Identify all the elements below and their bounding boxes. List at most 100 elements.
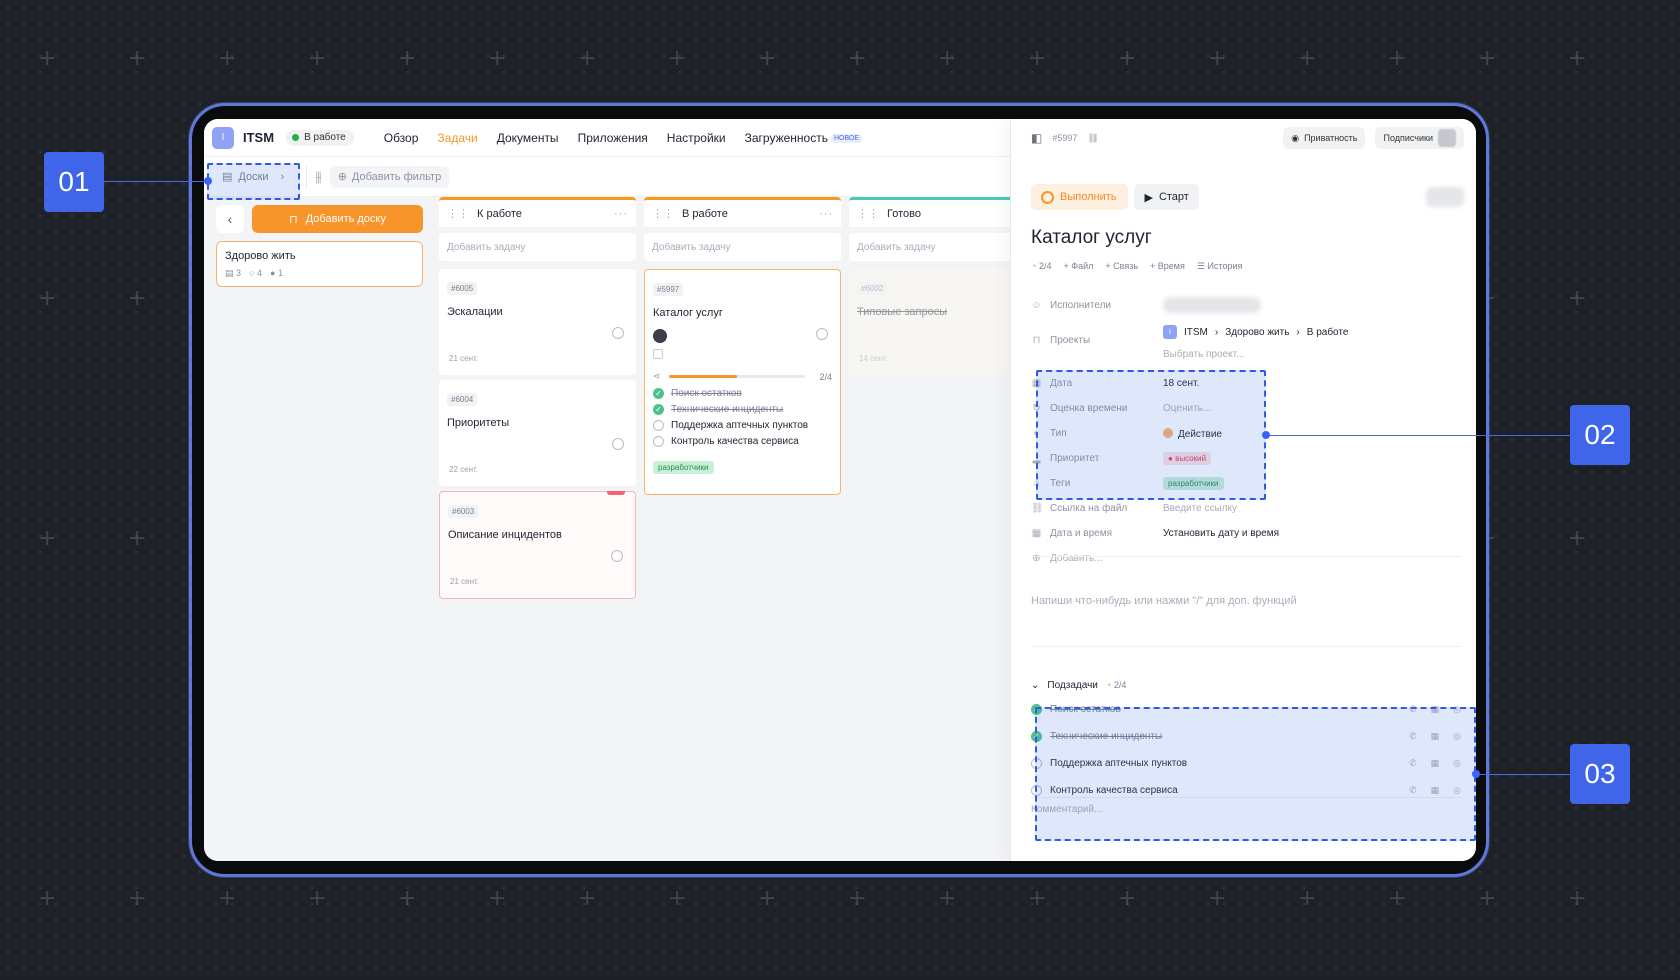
assignees-value[interactable] bbox=[1163, 297, 1261, 313]
project-status-badge[interactable]: В работе bbox=[286, 129, 354, 146]
board-add-icon: ⊓ bbox=[289, 213, 298, 226]
subtasks-header[interactable]: ⌄ Подзадачи ◔ 2/4 bbox=[1031, 674, 1461, 696]
crumb-project[interactable]: ITSM bbox=[1184, 327, 1208, 338]
project-logo: I bbox=[1163, 325, 1177, 339]
nav-workload[interactable]: Загруженность НОВОЕ bbox=[744, 130, 863, 145]
add-relation-label: Связь bbox=[1113, 261, 1139, 271]
add-relation-link[interactable]: + Связь bbox=[1105, 261, 1138, 272]
task-title[interactable]: Каталог услуг bbox=[1031, 227, 1152, 249]
task-card-selected[interactable]: #5997 Каталог услуг ⋖ 2/4 ✓ Поиск остатко… bbox=[644, 269, 841, 495]
privacy-label: Приватность bbox=[1304, 133, 1358, 143]
share-icon: ⋖ bbox=[653, 371, 661, 381]
user-icon: ☺ bbox=[1031, 299, 1042, 311]
subtasks-count: ◔ 2/4 bbox=[1106, 680, 1126, 690]
nav-documents[interactable]: Документы bbox=[497, 131, 559, 145]
project-breadcrumb[interactable]: I ITSM › Здорово жить › В работе bbox=[1163, 325, 1348, 339]
subscriber-avatar bbox=[1438, 129, 1456, 147]
check-icon[interactable]: ✓ bbox=[653, 388, 664, 399]
app-logo: I bbox=[212, 126, 234, 149]
subtask-item[interactable]: Контроль качества сервиса bbox=[653, 436, 832, 447]
history-link[interactable]: ☰ История bbox=[1197, 261, 1243, 272]
add-file-link[interactable]: + Файл bbox=[1063, 261, 1093, 272]
projects-icon: ⊓ bbox=[1032, 335, 1041, 346]
history-label: История bbox=[1207, 261, 1243, 271]
nav-settings[interactable]: Настройки bbox=[667, 131, 726, 145]
subscribers-button[interactable]: Подписчики bbox=[1375, 127, 1464, 149]
task-title: Приоритеты bbox=[447, 417, 510, 429]
assignee-avatar[interactable] bbox=[653, 329, 667, 343]
file-link-input[interactable]: Введите ссылку bbox=[1163, 503, 1237, 514]
unchecked-icon[interactable] bbox=[653, 420, 664, 431]
crumb-column[interactable]: В работе bbox=[1307, 327, 1349, 338]
execute-button[interactable]: Выполнить bbox=[1031, 184, 1129, 210]
callout-01: 01 bbox=[44, 152, 104, 212]
task-tag[interactable]: разработчики bbox=[653, 461, 714, 474]
add-time-link[interactable]: + Время bbox=[1150, 261, 1185, 272]
prop-projects: ⊓ Проекты I ITSM › Здорово жить › В работ… bbox=[1031, 321, 1461, 361]
start-button[interactable]: ▶ Старт bbox=[1134, 184, 1199, 210]
progress-link[interactable]: ◔ 2/4 bbox=[1031, 261, 1051, 272]
back-button[interactable]: ‹ bbox=[216, 205, 244, 233]
highlight-subtasks bbox=[1035, 707, 1476, 841]
sliders-icon[interactable]: ⫵ bbox=[315, 168, 321, 185]
task-date: 22 сент. bbox=[449, 465, 478, 474]
prop-datetime: ▦ Дата и время Установить дату и время bbox=[1031, 521, 1461, 546]
priority-marker bbox=[607, 491, 625, 495]
drag-handle-icon[interactable]: ⋮⋮ bbox=[447, 207, 469, 220]
subtask-item[interactable]: ✓ Технические инциденты bbox=[653, 404, 832, 415]
add-filter-button[interactable]: ⊕ Добавить фильтр bbox=[329, 165, 450, 188]
more-icon[interactable]: ··· bbox=[614, 208, 628, 220]
connector-dot bbox=[204, 177, 212, 185]
task-id: #5997 bbox=[1052, 133, 1078, 143]
more-icon[interactable]: ··· bbox=[819, 208, 833, 220]
subtask-label: Поддержка аптечных пунктов bbox=[671, 420, 809, 431]
task-card[interactable]: #6004 Приоритеты 22 сент. bbox=[439, 380, 636, 486]
board-count-done-value: 1 bbox=[277, 268, 283, 278]
status-circle-icon[interactable] bbox=[612, 327, 624, 339]
status-circle-icon[interactable] bbox=[611, 550, 623, 562]
board-icon: ▤ bbox=[225, 268, 234, 278]
add-file-label: Файл bbox=[1071, 261, 1094, 271]
column-header[interactable]: ⋮⋮ В работе ··· bbox=[644, 197, 841, 227]
chevron-down-icon[interactable]: ⌄ bbox=[1031, 680, 1039, 691]
eye-icon: ◉ bbox=[1291, 132, 1300, 143]
link-icon[interactable]: ⛓ bbox=[1087, 133, 1098, 144]
sidebar-toggle-icon[interactable]: ◧ bbox=[1031, 131, 1042, 145]
column-header[interactable]: ⋮⋮ К работе ··· bbox=[439, 197, 636, 227]
nav-tasks[interactable]: Задачи bbox=[437, 131, 477, 145]
chevron-left-icon: ‹ bbox=[227, 211, 233, 227]
datetime-value[interactable]: Установить дату и время bbox=[1163, 528, 1279, 539]
drag-handle-icon[interactable]: ⋮⋮ bbox=[652, 207, 674, 220]
subtask-label: Поиск остатков bbox=[671, 388, 742, 399]
board-count-boards: ▤ 3 bbox=[225, 268, 241, 279]
add-task-input[interactable]: Добавить задачу bbox=[644, 233, 841, 261]
divider bbox=[1031, 646, 1461, 647]
check-icon[interactable]: ✓ bbox=[653, 404, 664, 415]
task-card[interactable]: #6005 Эскалации 21 сент. bbox=[439, 269, 636, 375]
task-id: #6003 bbox=[448, 505, 479, 518]
add-property-label: Добавить... bbox=[1050, 553, 1103, 564]
subtask-item[interactable]: ✓ Поиск остатков bbox=[653, 388, 832, 399]
status-circle-icon[interactable] bbox=[612, 438, 624, 450]
circle-icon bbox=[1041, 190, 1054, 204]
nav-apps[interactable]: Приложения bbox=[578, 131, 648, 145]
subtask-item[interactable]: Поддержка аптечных пунктов bbox=[653, 420, 832, 431]
new-badge: НОВОЕ bbox=[830, 133, 863, 143]
task-card[interactable]: #6003 Описание инцидентов 21 сент. bbox=[439, 491, 636, 599]
status-circle-icon[interactable] bbox=[816, 328, 828, 340]
execute-label: Выполнить bbox=[1060, 191, 1117, 203]
add-board-button[interactable]: ⊓ Добавить доску bbox=[252, 205, 423, 233]
task-action-links: ◔ 2/4 + Файл + Связь + Время ☰ История bbox=[1031, 261, 1242, 272]
privacy-button[interactable]: ◉ Приватность bbox=[1283, 127, 1366, 149]
description-editor[interactable]: Напиши что-нибудь или нажми "/" для доп.… bbox=[1031, 595, 1297, 607]
nav-overview[interactable]: Обзор bbox=[384, 131, 419, 145]
add-task-input[interactable]: Добавить задачу bbox=[439, 233, 636, 261]
crumb-board[interactable]: Здорово жить bbox=[1225, 327, 1289, 338]
nav-workload-label: Загруженность bbox=[744, 130, 828, 145]
drag-handle-icon[interactable]: ⋮⋮ bbox=[857, 207, 879, 220]
prop-add[interactable]: ⊕ Добавить... bbox=[1031, 546, 1461, 571]
choose-project[interactable]: Выбрать проект... bbox=[1163, 349, 1348, 360]
board-card[interactable]: Здорово жить ▤ 3 ○ 4 ● 1 bbox=[216, 241, 423, 287]
task-id: #5997 bbox=[653, 283, 684, 296]
unchecked-icon[interactable] bbox=[653, 436, 664, 447]
